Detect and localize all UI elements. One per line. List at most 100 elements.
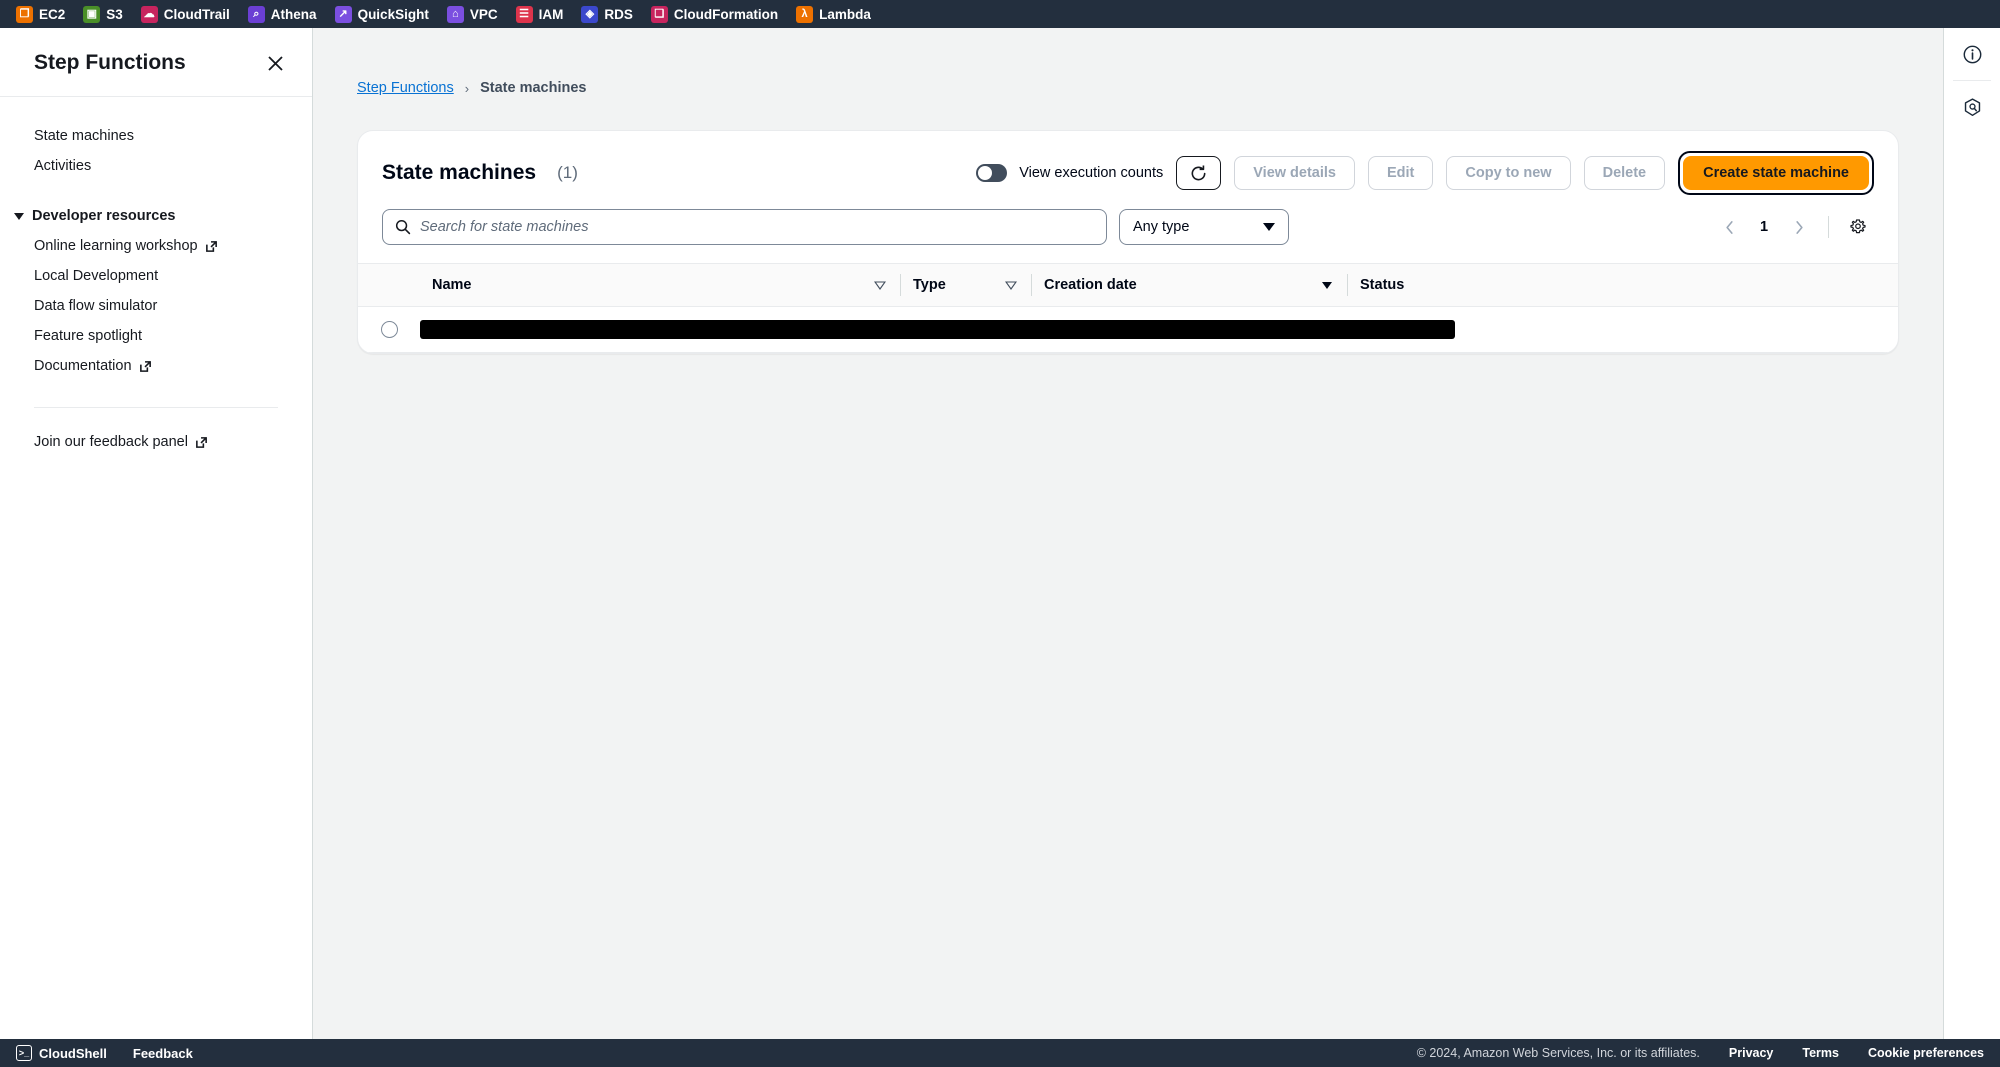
sidebar-item-data-flow-simulator[interactable]: Data flow simulator <box>0 291 312 321</box>
create-state-machine-button[interactable]: Create state machine <box>1683 156 1869 190</box>
button-label: Edit <box>1387 165 1415 181</box>
button-label: Create state machine <box>1703 165 1849 181</box>
table-header: Name Type Creation date Status <box>358 263 1898 307</box>
breadcrumb-link-step-functions[interactable]: Step Functions <box>357 80 454 96</box>
search-input[interactable] <box>420 219 1094 235</box>
topnav-label: CloudTrail <box>163 6 230 22</box>
refresh-icon <box>1191 165 1206 180</box>
external-link-icon <box>205 240 218 253</box>
filter-row: Any type 1 <box>358 209 1898 263</box>
toggle-switch[interactable] <box>976 164 1008 182</box>
refresh-button[interactable] <box>1176 156 1222 190</box>
table-header-name[interactable]: Name <box>420 264 900 306</box>
topnav-item-ec2[interactable]: ❐ EC2 <box>16 5 66 23</box>
topnav-label: Athena <box>270 6 317 22</box>
sidebar-item-label: Data flow simulator <box>34 298 158 314</box>
main-content: Step Functions › State machines State ma… <box>313 28 1943 1039</box>
pagination-prev-button[interactable] <box>1713 211 1745 243</box>
topnav-label: IAM <box>538 6 564 22</box>
shield-icon <box>1964 97 1980 116</box>
sidebar-item-documentation[interactable]: Documentation <box>0 351 312 381</box>
redacted-row-content <box>420 320 1455 339</box>
view-execution-counts-toggle[interactable]: View execution counts <box>976 164 1163 182</box>
sort-unsorted-icon <box>874 280 886 290</box>
settings-panel-button[interactable] <box>1944 81 2000 133</box>
copy-to-new-button[interactable]: Copy to new <box>1446 156 1571 190</box>
pagination-next-button[interactable] <box>1783 211 1815 243</box>
column-label: Name <box>432 277 472 293</box>
row-select-cell <box>358 321 420 338</box>
s3-icon: ▣ <box>83 5 101 23</box>
edit-button[interactable]: Edit <box>1368 156 1434 190</box>
footer-link-terms[interactable]: Terms <box>1802 1046 1839 1060</box>
sidebar-item-online-learning-workshop[interactable]: Online learning workshop <box>0 231 312 261</box>
table-preferences-button[interactable] <box>1842 211 1874 243</box>
create-button-focus-ring: Create state machine <box>1678 151 1874 195</box>
gear-icon <box>1850 219 1866 234</box>
item-count: (1) <box>557 163 578 182</box>
topnav-label: QuickSight <box>357 6 429 22</box>
sidebar-item-label: Documentation <box>34 358 132 374</box>
pagination-divider <box>1828 216 1829 238</box>
sidebar-item-local-development[interactable]: Local Development <box>0 261 312 291</box>
sidebar-item-label: Online learning workshop <box>34 238 198 254</box>
sidebar-item-label: Activities <box>34 158 92 174</box>
topnav-item-s3[interactable]: ▣ S3 <box>83 5 123 23</box>
topnav-item-iam[interactable]: ☰ IAM <box>515 5 564 23</box>
sidebar-group-developer-resources[interactable]: Developer resources <box>0 201 312 231</box>
topnav-item-cloudtrail[interactable]: ☁ CloudTrail <box>140 5 230 23</box>
copyright-text: © 2024, Amazon Web Services, Inc. or its… <box>1416 1046 1700 1060</box>
type-filter-select[interactable]: Any type <box>1119 209 1289 245</box>
cloudtrail-icon: ☁ <box>140 5 158 23</box>
info-panel-button[interactable] <box>1944 28 2000 80</box>
footer-label: Feedback <box>132 1045 193 1061</box>
footer-left: >_ CloudShell Feedback <box>16 1045 193 1061</box>
table-header-status[interactable]: Status <box>1348 264 1898 306</box>
page-layout: Step Functions State machines Activities… <box>0 28 2000 1039</box>
topnav-label: Lambda <box>819 6 871 22</box>
footer-link-privacy[interactable]: Privacy <box>1729 1046 1773 1060</box>
topnav-item-cloudformation[interactable]: ❑ CloudFormation <box>650 5 779 23</box>
topnav-label: EC2 <box>39 6 66 22</box>
external-link-icon <box>195 436 208 449</box>
pagination-page-1[interactable]: 1 <box>1749 212 1779 242</box>
view-details-button[interactable]: View details <box>1234 156 1355 190</box>
close-icon[interactable] <box>262 50 288 76</box>
toggle-knob <box>978 166 993 180</box>
row-radio-button[interactable] <box>380 321 398 338</box>
table-header-creation-date[interactable]: Creation date <box>1032 264 1347 306</box>
topnav-item-vpc[interactable]: ⌂ VPC <box>446 5 498 23</box>
topnav-label: VPC <box>469 6 498 22</box>
sidebar-item-feature-spotlight[interactable]: Feature spotlight <box>0 321 312 351</box>
topnav-item-lambda[interactable]: λ Lambda <box>796 5 871 23</box>
sidebar-item-label: State machines <box>34 128 134 144</box>
topnav-item-quicksight[interactable]: ↗ QuickSight <box>334 5 429 23</box>
sidebar-item-label: Local Development <box>34 268 159 284</box>
sidebar-item-activities[interactable]: Activities <box>0 151 312 181</box>
topnav-item-athena[interactable]: ⌕ Athena <box>247 5 317 23</box>
footer-link-cookie-preferences[interactable]: Cookie preferences <box>1868 1046 1984 1060</box>
topnav-label: CloudFormation <box>673 6 779 22</box>
card-header: State machines (1) View execution counts <box>358 131 1898 209</box>
delete-button[interactable]: Delete <box>1583 156 1666 190</box>
chevron-down-icon <box>1263 223 1275 231</box>
topnav-item-rds[interactable]: ◈ RDS <box>581 5 633 23</box>
sidebar-item-feedback-panel[interactable]: Join our feedback panel <box>0 434 312 450</box>
breadcrumb: Step Functions › State machines <box>313 28 1943 96</box>
rds-icon: ◈ <box>581 5 599 23</box>
sidebar-divider <box>34 407 278 408</box>
info-icon <box>1963 45 1981 63</box>
sidebar-header: Step Functions <box>0 28 312 97</box>
table-header-select <box>358 264 420 306</box>
search-box[interactable] <box>382 209 1107 245</box>
cloudshell-button[interactable]: >_ CloudShell <box>16 1045 107 1061</box>
feedback-button[interactable]: Feedback <box>133 1046 193 1061</box>
vpc-icon: ⌂ <box>446 5 464 23</box>
table-row[interactable] <box>358 307 1898 353</box>
topnav-label: S3 <box>106 6 123 22</box>
sidebar-title: Step Functions <box>34 51 186 74</box>
cloudformation-icon: ❑ <box>650 5 668 23</box>
sidebar-item-state-machines[interactable]: State machines <box>0 121 312 151</box>
ec2-icon: ❐ <box>16 5 33 23</box>
table-header-type[interactable]: Type <box>901 264 1031 306</box>
